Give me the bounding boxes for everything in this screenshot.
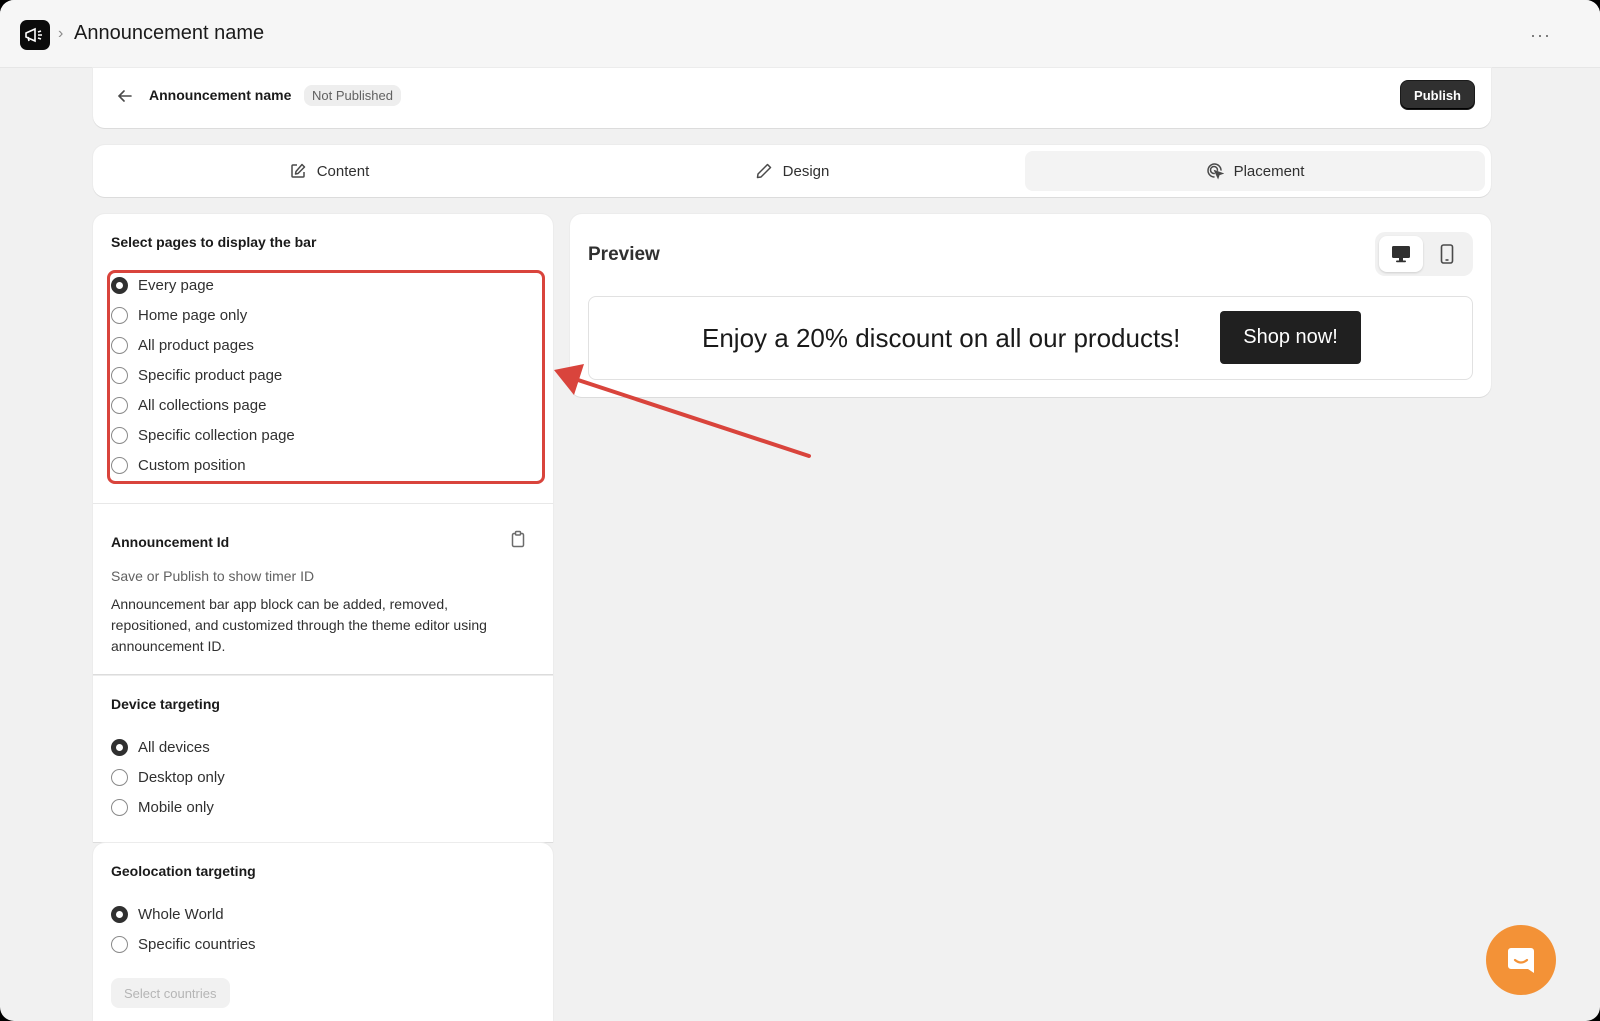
- announcement-id-description: Announcement bar app block can be added,…: [111, 596, 487, 654]
- chat-bubble-icon: [1508, 948, 1534, 973]
- radio-label: Mobile only: [138, 798, 214, 816]
- radio-button[interactable]: [111, 738, 128, 756]
- radio-label: Home page only: [138, 306, 248, 324]
- select-countries-button[interactable]: Select countries: [111, 978, 230, 1008]
- radio-label: Specific product page: [138, 366, 283, 384]
- radio-every-page[interactable]: Every page: [111, 274, 214, 296]
- radio-button[interactable]: [111, 336, 128, 354]
- pencil-icon: [756, 163, 771, 179]
- copy-clipboard-icon[interactable]: [509, 530, 527, 548]
- tab-content[interactable]: Content: [99, 151, 559, 191]
- status-badge: Not Published: [304, 85, 401, 106]
- radio-label: All devices: [138, 738, 210, 756]
- radio-label: Specific collection page: [138, 426, 295, 444]
- device-targeting-card: Device targeting All devices Desktop onl…: [93, 676, 553, 842]
- chat-launcher-button[interactable]: [1486, 925, 1556, 995]
- app-logo-megaphone-icon[interactable]: [20, 20, 50, 50]
- more-actions-icon[interactable]: ···: [1530, 25, 1551, 46]
- mobile-icon: [1440, 244, 1454, 264]
- geolocation-targeting-card: Geolocation targeting Whole World Specif…: [93, 843, 553, 1021]
- desktop-icon: [1392, 246, 1410, 263]
- radio-button[interactable]: [111, 768, 128, 786]
- radio-whole-world[interactable]: Whole World: [111, 903, 224, 925]
- back-arrow-icon[interactable]: [115, 86, 135, 106]
- shop-now-button[interactable]: Shop now!: [1220, 311, 1361, 364]
- radio-specific-collection-page[interactable]: Specific collection page: [111, 424, 295, 446]
- radio-button[interactable]: [111, 905, 128, 923]
- announcement-header: Announcement name Not Published Publish: [93, 68, 1491, 128]
- mobile-preview-button[interactable]: [1425, 236, 1469, 272]
- radio-button[interactable]: [111, 276, 128, 294]
- radio-label: All collections page: [138, 396, 267, 414]
- radio-button[interactable]: [111, 456, 128, 474]
- desktop-preview-button[interactable]: [1379, 236, 1423, 272]
- radio-label: All product pages: [138, 336, 254, 354]
- pages-card: Select pages to display the bar Every pa…: [93, 214, 553, 674]
- tab-design-label: Design: [782, 162, 830, 180]
- radio-mobile-only[interactable]: Mobile only: [111, 796, 214, 818]
- radio-label: Desktop only: [138, 768, 225, 786]
- radio-desktop-only[interactable]: Desktop only: [111, 766, 225, 788]
- breadcrumb-chevron-icon: ›: [58, 25, 64, 42]
- radio-specific-countries[interactable]: Specific countries: [111, 933, 256, 955]
- radio-all-product-pages[interactable]: All product pages: [111, 334, 254, 356]
- radio-label: Custom position: [138, 456, 246, 474]
- preview-card: Preview Enjoy a 20% discount on all our …: [570, 214, 1491, 397]
- cursor-target-icon: [1206, 163, 1224, 180]
- edit-square-icon: [290, 163, 305, 178]
- page-title: Announcement name: [74, 22, 265, 44]
- radio-label: Every page: [138, 276, 214, 294]
- top-bar: › Announcement name ···: [0, 0, 1600, 68]
- device-section-title: Device targeting: [111, 696, 220, 712]
- tab-design[interactable]: Design: [562, 151, 1022, 191]
- radio-button[interactable]: [111, 935, 128, 953]
- announcement-id-title: Announcement Id: [111, 534, 230, 550]
- pages-section-title: Select pages to display the bar: [111, 234, 317, 250]
- radio-button[interactable]: [111, 306, 128, 324]
- radio-button[interactable]: [111, 396, 128, 414]
- radio-home-page-only[interactable]: Home page only: [111, 304, 247, 326]
- app-frame: › Announcement name ··· Announcement nam…: [0, 0, 1600, 1021]
- tab-bar: Content Design Placement: [93, 145, 1491, 197]
- radio-button[interactable]: [111, 798, 128, 816]
- preview-title: Preview: [588, 244, 660, 265]
- radio-specific-product-page[interactable]: Specific product page: [111, 364, 282, 386]
- announcement-name: Announcement name: [149, 87, 292, 103]
- tab-placement-label: Placement: [1233, 162, 1305, 180]
- radio-label: Specific countries: [138, 935, 256, 953]
- radio-label: Whole World: [138, 905, 224, 923]
- radio-all-collections-page[interactable]: All collections page: [111, 394, 266, 416]
- radio-button[interactable]: [111, 426, 128, 444]
- publish-button[interactable]: Publish: [1400, 80, 1475, 110]
- radio-button[interactable]: [111, 366, 128, 384]
- geo-section-title: Geolocation targeting: [111, 863, 256, 879]
- announcement-bar-preview: Enjoy a 20% discount on all our products…: [588, 296, 1473, 380]
- divider: [93, 503, 553, 504]
- tab-content-label: Content: [316, 162, 370, 180]
- tab-placement[interactable]: Placement: [1025, 151, 1485, 191]
- announcement-id-hint: Save or Publish to show timer ID: [111, 568, 315, 584]
- device-toggle: [1375, 232, 1473, 276]
- radio-all-devices[interactable]: All devices: [111, 736, 210, 758]
- announcement-bar-text: Enjoy a 20% discount on all our products…: [702, 323, 1181, 353]
- radio-custom-position[interactable]: Custom position: [111, 454, 246, 476]
